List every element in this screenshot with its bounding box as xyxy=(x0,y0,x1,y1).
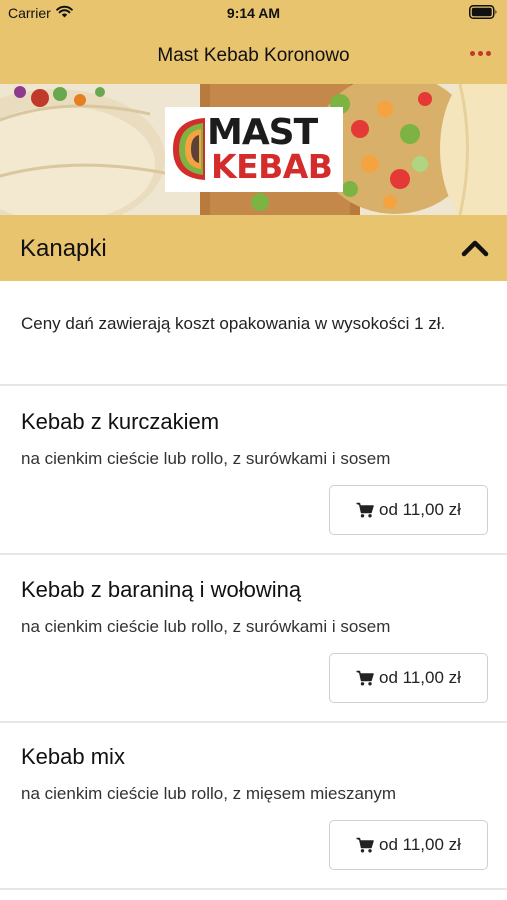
status-bar: Carrier 9:14 AM xyxy=(0,0,507,28)
chevron-up-icon[interactable] xyxy=(461,237,489,259)
restaurant-logo: MAST KEBAB xyxy=(165,107,343,192)
cart-icon xyxy=(356,837,374,853)
price-notice: Ceny dań zawierają koszt opakowania w wy… xyxy=(0,281,507,386)
more-menu-button[interactable] xyxy=(465,38,495,68)
add-to-cart-button[interactable]: od 11,00 zł xyxy=(329,653,488,703)
menu-item: Kebab z baraniną i wołowiną na cienkim c… xyxy=(0,555,507,723)
page-title: Mast Kebab Koronowo xyxy=(157,45,350,66)
cart-icon xyxy=(356,670,374,686)
status-time: 9:14 AM xyxy=(226,5,281,21)
more-icon xyxy=(469,50,475,56)
menu-item: Kebab z kurczakiem na cienkim cieście lu… xyxy=(0,387,507,555)
menu-item-name: Kebab z baraniną i wołowiną xyxy=(21,577,302,602)
app-header: Carrier 9:14 AM Mast Kebab Koronowo xyxy=(0,0,507,84)
menu-item-name: Kebab z kurczakiem xyxy=(21,409,220,434)
add-to-cart-button[interactable]: od 11,00 zł xyxy=(329,485,488,535)
price-label: od 11,00 zł xyxy=(379,500,461,519)
category-title: Kanapki xyxy=(20,235,107,262)
logo-text-kebab: KEBAB xyxy=(211,147,333,186)
more-icon-dot xyxy=(477,50,483,56)
menu-item-description: na cienkim cieście lub rollo, z surówkam… xyxy=(21,449,391,468)
more-icon-dot xyxy=(485,50,491,56)
banner-image: MAST KEBAB xyxy=(0,84,507,215)
nav-bar: Mast Kebab Koronowo xyxy=(0,28,507,84)
price-label: od 11,00 zł xyxy=(379,835,461,854)
menu-item-description: na cienkim cieście lub rollo, z surówkam… xyxy=(21,617,391,636)
menu-item-description: na cienkim cieście lub rollo, z mięsem m… xyxy=(21,784,397,803)
menu-item-name: Kebab mix xyxy=(21,744,125,769)
battery-icon xyxy=(469,5,498,24)
logo-text-mast: MAST xyxy=(207,112,318,153)
cart-icon xyxy=(356,502,374,518)
price-label: od 11,00 zł xyxy=(379,668,461,687)
category-header[interactable]: Kanapki xyxy=(0,215,507,281)
kebab-logo-icon xyxy=(173,118,205,180)
add-to-cart-button[interactable]: od 11,00 zł xyxy=(329,820,488,870)
price-notice-text: Ceny dań zawierają koszt opakowania w wy… xyxy=(21,314,446,333)
menu-item: Kebab mix na cienkim cieście lub rollo, … xyxy=(0,722,507,890)
